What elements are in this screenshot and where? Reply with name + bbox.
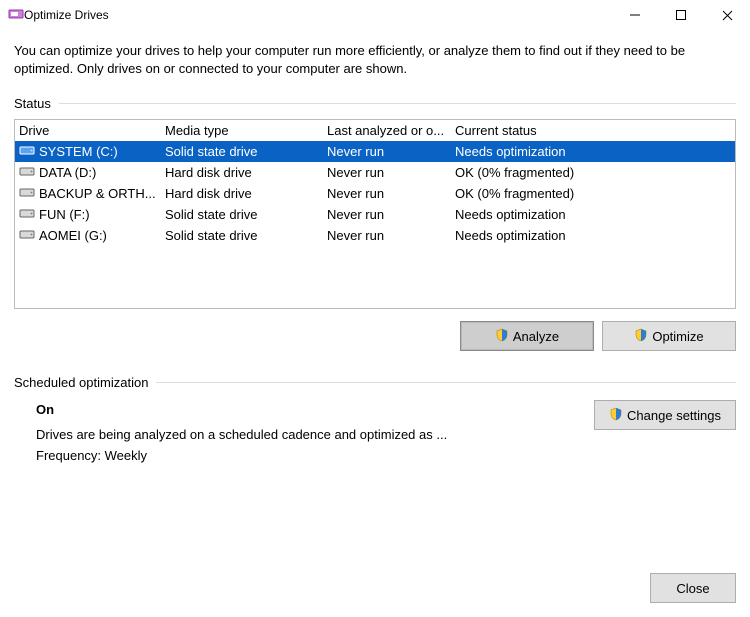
minimize-button[interactable]	[612, 0, 658, 30]
col-media[interactable]: Media type	[165, 123, 327, 138]
schedule-section-label: Scheduled optimization	[14, 375, 148, 390]
drive-name: AOMEI (G:)	[39, 228, 107, 243]
close-label: Close	[676, 581, 709, 596]
drive-name: DATA (D:)	[39, 165, 96, 180]
optimize-button[interactable]: Optimize	[602, 321, 736, 351]
table-row[interactable]: DATA (D:) Hard disk drive Never run OK (…	[15, 162, 735, 183]
drive-last: Never run	[327, 186, 455, 201]
shield-icon	[609, 407, 623, 424]
drive-last: Never run	[327, 228, 455, 243]
drive-name: SYSTEM (C:)	[39, 144, 118, 159]
drive-list[interactable]: Drive Media type Last analyzed or o... C…	[14, 119, 736, 309]
shield-icon	[634, 328, 648, 345]
analyze-button[interactable]: Analyze	[460, 321, 594, 351]
drive-status: Needs optimization	[455, 228, 735, 243]
drive-name: FUN (F:)	[39, 207, 90, 222]
schedule-description: Drives are being analyzed on a scheduled…	[36, 425, 447, 446]
drive-status: Needs optimization	[455, 207, 735, 222]
drive-media: Hard disk drive	[165, 186, 327, 201]
schedule-frequency: Frequency: Weekly	[36, 446, 447, 467]
change-settings-button[interactable]: Change settings	[594, 400, 736, 430]
table-row[interactable]: AOMEI (G:) Solid state drive Never run N…	[15, 225, 735, 246]
drive-icon	[19, 165, 35, 180]
app-icon	[8, 8, 24, 23]
table-row[interactable]: BACKUP & ORTH... Hard disk drive Never r…	[15, 183, 735, 204]
optimize-label: Optimize	[652, 329, 703, 344]
drive-status: OK (0% fragmented)	[455, 186, 735, 201]
window-controls	[612, 0, 750, 30]
analyze-label: Analyze	[513, 329, 559, 344]
table-row[interactable]: SYSTEM (C:) Solid state drive Never run …	[15, 141, 735, 162]
drive-media: Solid state drive	[165, 207, 327, 222]
drive-last: Never run	[327, 165, 455, 180]
drive-icon	[19, 228, 35, 243]
window-title: Optimize Drives	[24, 8, 612, 22]
status-section-label: Status	[14, 96, 51, 111]
drive-icon	[19, 207, 35, 222]
close-window-button[interactable]	[704, 0, 750, 30]
maximize-button[interactable]	[658, 0, 704, 30]
drive-media: Hard disk drive	[165, 165, 327, 180]
drive-last: Never run	[327, 207, 455, 222]
drive-icon	[19, 144, 35, 159]
drive-icon	[19, 186, 35, 201]
drive-status: OK (0% fragmented)	[455, 165, 735, 180]
divider	[156, 382, 736, 383]
shield-icon	[495, 328, 509, 345]
drive-last: Never run	[327, 144, 455, 159]
col-status[interactable]: Current status	[455, 123, 735, 138]
description-text: You can optimize your drives to help you…	[14, 42, 736, 78]
change-settings-label: Change settings	[627, 408, 721, 423]
drive-media: Solid state drive	[165, 228, 327, 243]
drive-status: Needs optimization	[455, 144, 735, 159]
drive-media: Solid state drive	[165, 144, 327, 159]
col-drive[interactable]: Drive	[19, 123, 165, 138]
titlebar: Optimize Drives	[0, 0, 750, 30]
drive-name: BACKUP & ORTH...	[39, 186, 156, 201]
divider	[59, 103, 736, 104]
schedule-state: On	[36, 402, 447, 417]
table-header[interactable]: Drive Media type Last analyzed or o... C…	[15, 120, 735, 141]
col-last[interactable]: Last analyzed or o...	[327, 123, 455, 138]
close-button[interactable]: Close	[650, 573, 736, 603]
table-row[interactable]: FUN (F:) Solid state drive Never run Nee…	[15, 204, 735, 225]
